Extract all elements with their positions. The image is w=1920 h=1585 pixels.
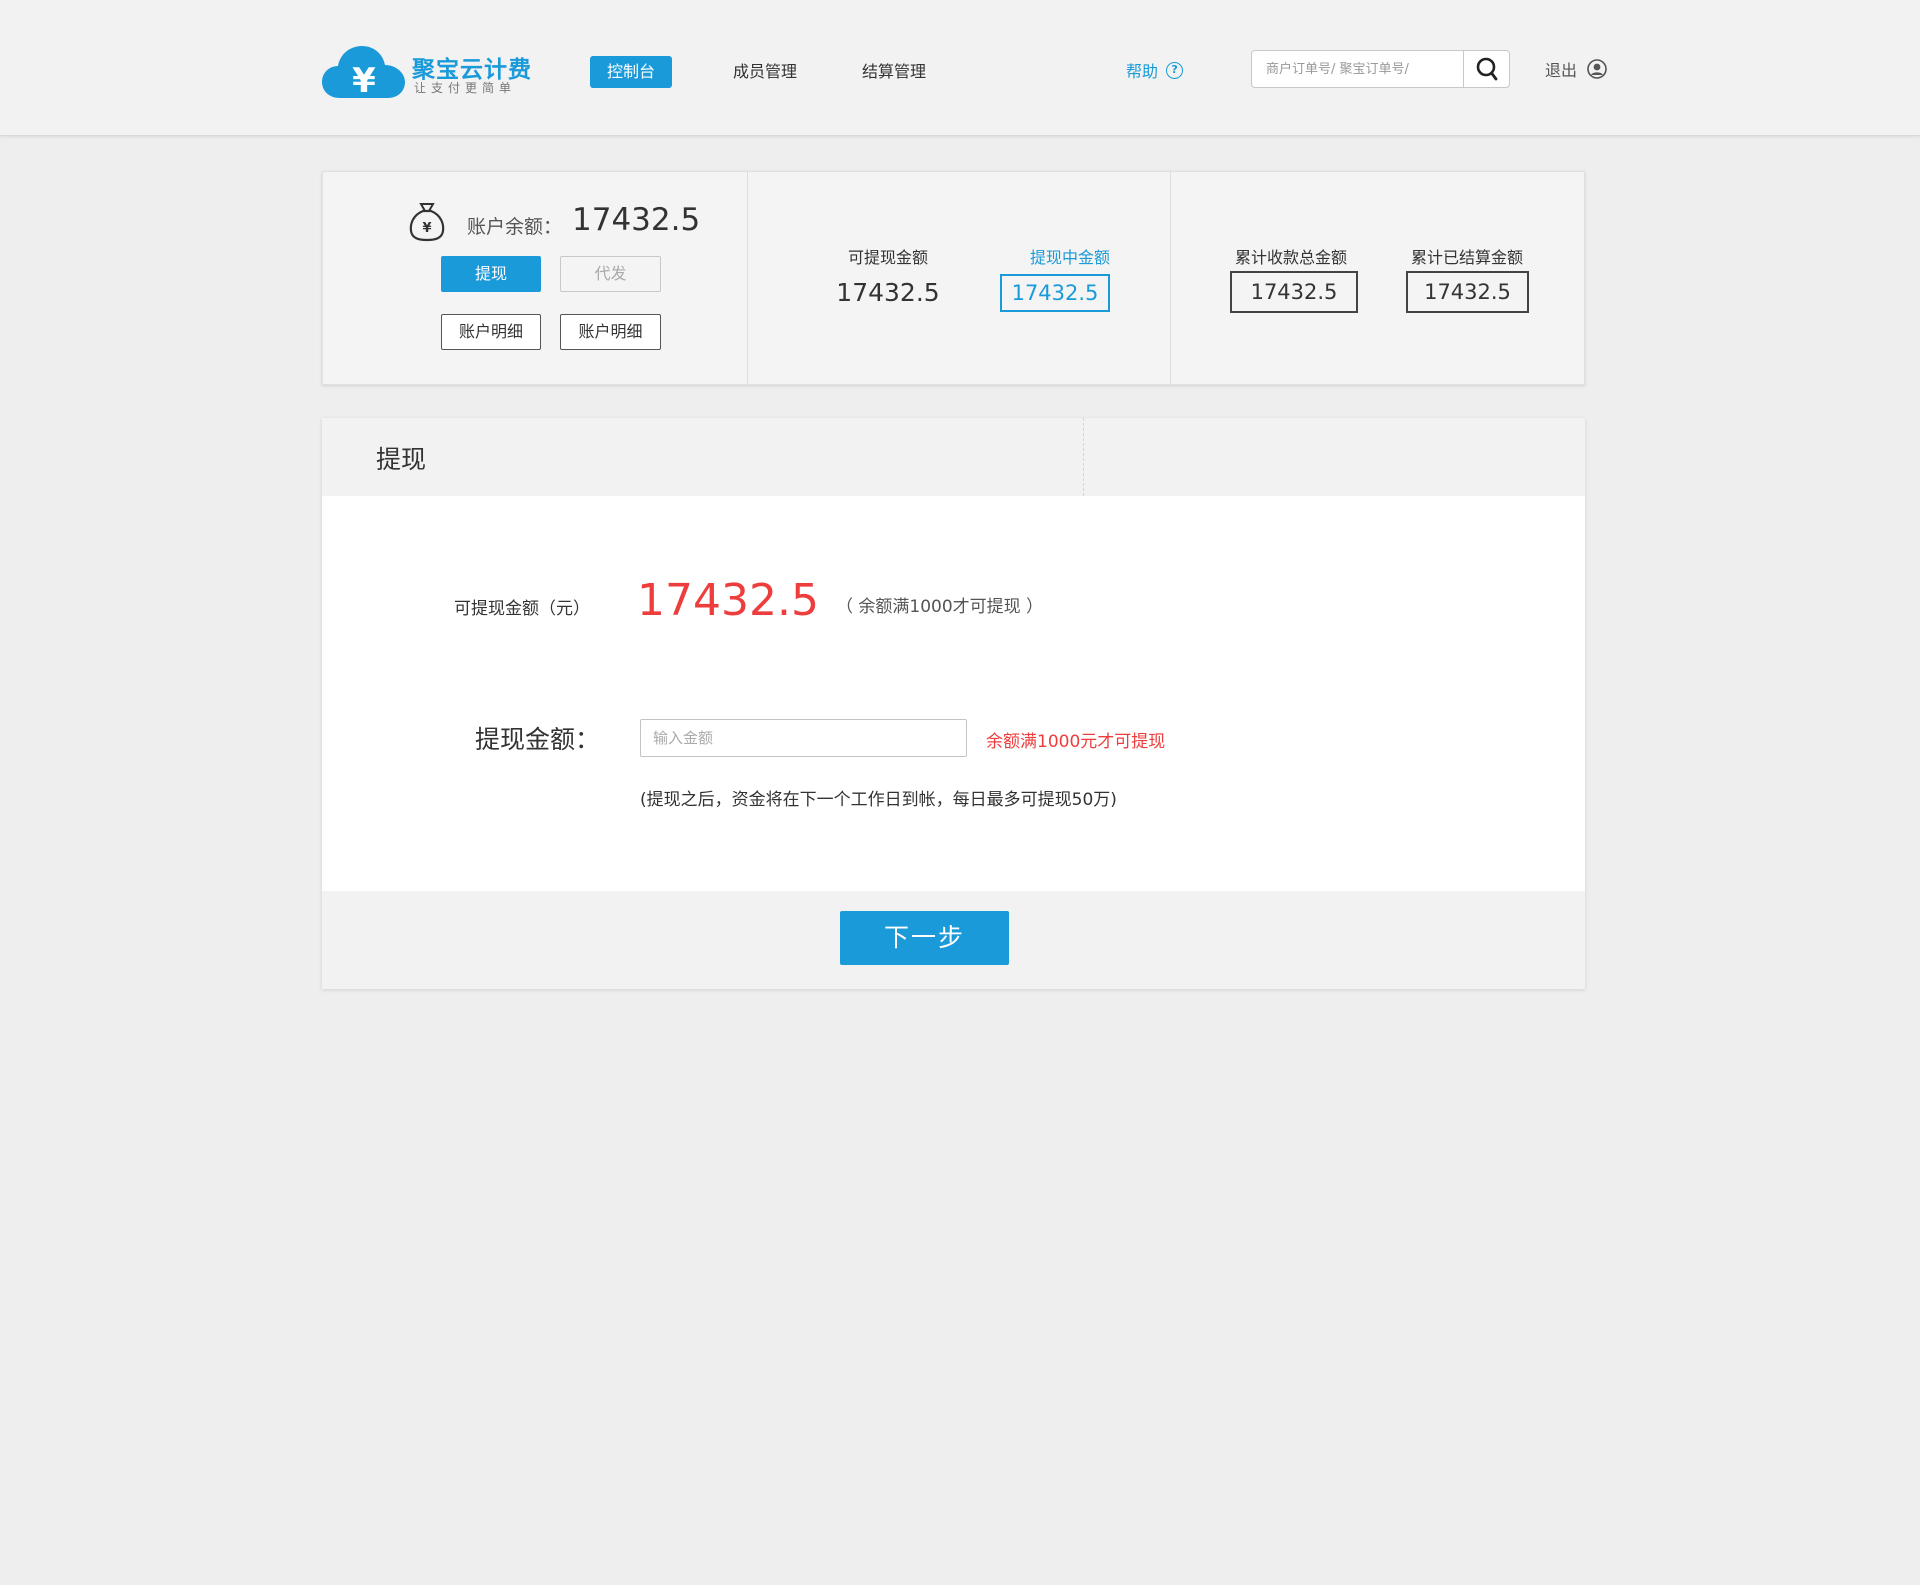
- balance-label: 账户余额：: [467, 216, 563, 238]
- next-step-button[interactable]: 下一步: [840, 911, 1009, 965]
- cloud-yen-icon: ¥: [322, 46, 405, 100]
- total-settled-label: 累计已结算金额: [1410, 248, 1523, 267]
- brand-logo[interactable]: ¥ 聚宝云计费 让支付更简单: [322, 44, 532, 100]
- svg-text:¥: ¥: [352, 61, 376, 100]
- arrival-note: (提现之后，资金将在下一个工作日到帐，每日最多可提现50万): [640, 790, 1117, 810]
- balance-value: 17432.5: [572, 202, 701, 238]
- account-summary: ¥ 账户余额： 17432.5 提现 代发 账户明细 账户明细 可提现金额 17…: [322, 171, 1585, 385]
- help-label: 帮助: [1126, 62, 1159, 81]
- header-divider: [1083, 418, 1084, 496]
- daifa-button[interactable]: 代发: [560, 256, 661, 292]
- withdraw-amount-input[interactable]: [640, 719, 967, 757]
- total-received-label: 累计收款总金额: [1234, 248, 1347, 267]
- withdraw-stats-section: 可提现金额 17432.5 提现中金额 17432.5: [747, 172, 1170, 384]
- withdrawing-value[interactable]: 17432.5: [1000, 274, 1110, 312]
- amount-warning: 余额满1000元才可提现: [986, 732, 1166, 752]
- nav-console[interactable]: 控制台: [590, 56, 672, 88]
- logout-link[interactable]: 退出: [1545, 57, 1607, 81]
- brand-tagline: 让支付更简单: [414, 81, 517, 95]
- search-input[interactable]: [1252, 51, 1464, 87]
- svg-text:¥: ¥: [422, 221, 431, 236]
- balance-section: ¥ 账户余额： 17432.5 提现 代发 账户明细 账户明细: [323, 172, 747, 384]
- top-header: ¥ 聚宝云计费 让支付更简单 控制台 成员管理 结算管理 帮助 ? 退出: [0, 0, 1920, 136]
- user-circle-icon: [1587, 59, 1607, 79]
- search-button[interactable]: [1463, 51, 1509, 87]
- panel-header: 提现: [322, 418, 1585, 496]
- order-search: [1251, 50, 1510, 88]
- account-detail-button-2[interactable]: 账户明细: [560, 314, 661, 350]
- panel-footer: 下一步: [322, 891, 1585, 989]
- withdraw-button[interactable]: 提现: [441, 256, 541, 292]
- nav-settlement[interactable]: 结算管理: [862, 56, 926, 88]
- withdraw-panel: 提现 可提现金额（元） 17432.5 （ 余额满1000才可提现 ） 提现金额…: [322, 418, 1585, 989]
- money-bag-icon: ¥: [409, 203, 445, 242]
- withdrawable-value: 17432.5: [836, 278, 940, 307]
- logout-label: 退出: [1545, 61, 1578, 80]
- search-icon: [1476, 57, 1497, 81]
- withdrawing-label: 提现中金额: [1029, 248, 1110, 267]
- available-amount-note: （ 余额满1000才可提现 ）: [836, 597, 1044, 617]
- available-amount-label: 可提现金额（元）: [454, 599, 590, 619]
- panel-title: 提现: [376, 445, 427, 474]
- account-detail-button[interactable]: 账户明细: [441, 314, 541, 350]
- total-received-value[interactable]: 17432.5: [1230, 271, 1358, 313]
- totals-section: 累计收款总金额 17432.5 累计已结算金额 17432.5: [1170, 172, 1584, 384]
- available-amount-value: 17432.5: [637, 575, 819, 626]
- total-settled-value[interactable]: 17432.5: [1406, 271, 1529, 313]
- withdrawable-label: 可提现金额: [847, 248, 928, 267]
- withdraw-amount-label: 提现金额：: [475, 725, 601, 754]
- nav-members[interactable]: 成员管理: [733, 56, 797, 88]
- help-link[interactable]: 帮助 ?: [1126, 58, 1184, 82]
- question-circle-icon: ?: [1166, 61, 1184, 79]
